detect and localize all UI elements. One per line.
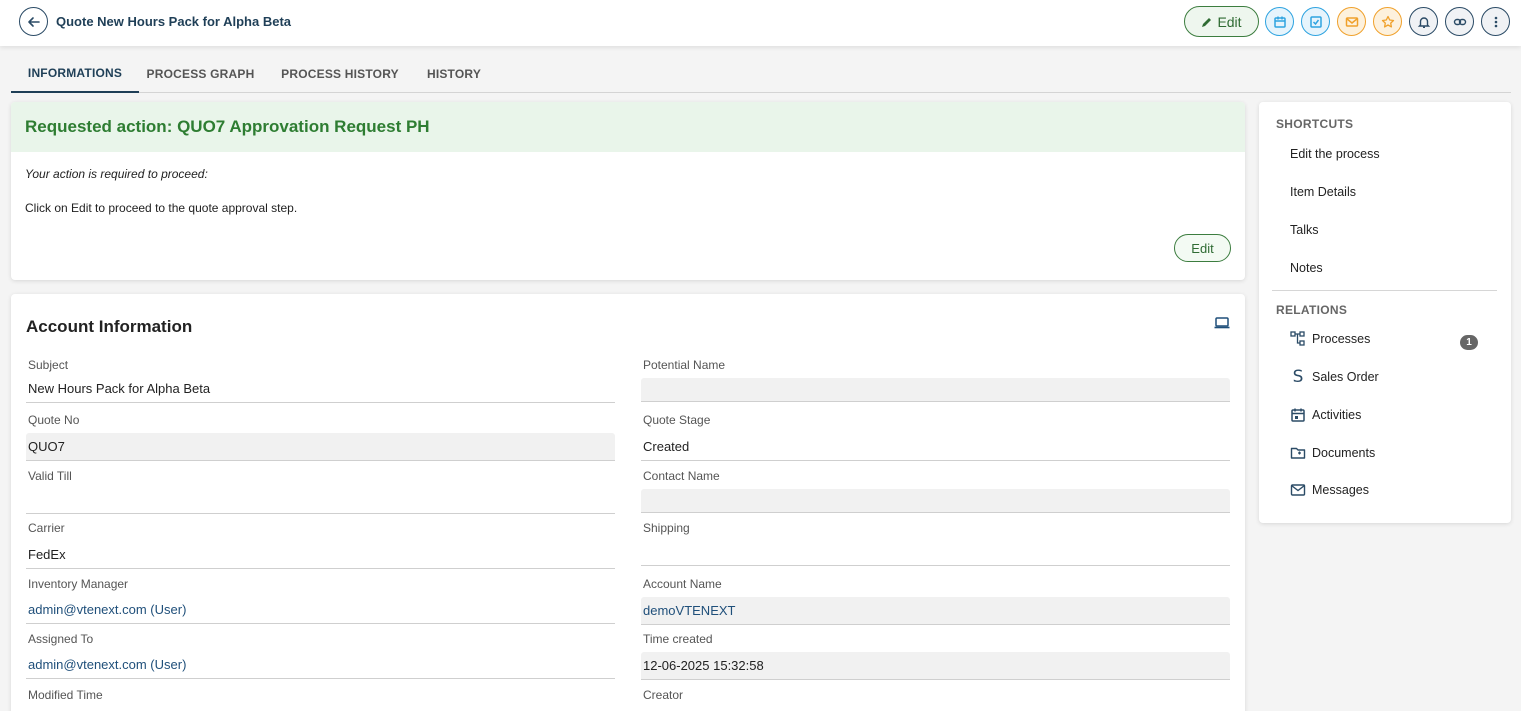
tab-process-graph[interactable]: PROCESS GRAPH <box>143 54 258 93</box>
shortcut-notes[interactable]: Notes <box>1290 261 1323 275</box>
sidebar-panel: SHORTCUTS Edit the process Item Details … <box>1259 102 1511 523</box>
requested-action-intro: Your action is required to proceed: <box>25 167 208 181</box>
add-task-button[interactable] <box>1301 7 1330 36</box>
processes-icon <box>1290 331 1306 347</box>
add-event-button[interactable] <box>1265 7 1294 36</box>
potential-name-label: Potential Name <box>643 358 726 372</box>
calendar-icon <box>1273 16 1286 28</box>
task-check-icon <box>1309 15 1322 28</box>
quote-stage-value[interactable]: Created <box>641 433 1230 461</box>
contact-name-value <box>641 489 1230 513</box>
tab-history[interactable]: HISTORY <box>420 54 488 93</box>
inventory-manager-value[interactable]: admin@vtenext.com (User) <box>26 596 615 624</box>
shortcut-edit-process[interactable]: Edit the process <box>1290 147 1380 161</box>
carrier-value[interactable]: FedEx <box>26 541 615 569</box>
tab-bar: INFORMATIONS PROCESS GRAPH PROCESS HISTO… <box>11 54 1511 93</box>
section-title: Account Information <box>26 317 193 336</box>
tab-process-history[interactable]: PROCESS HISTORY <box>274 54 406 93</box>
assigned-to-value[interactable]: admin@vtenext.com (User) <box>26 651 615 679</box>
folder-icon <box>1290 445 1306 461</box>
requested-action-card: Requested action: QUO7 Approvation Reque… <box>11 102 1245 280</box>
potential-name-value <box>641 378 1230 402</box>
bell-icon <box>1417 16 1430 28</box>
relation-documents[interactable]: Documents <box>1290 445 1375 461</box>
calendar-icon <box>1290 407 1306 423</box>
laptop-icon[interactable] <box>1214 316 1230 335</box>
subject-label: Subject <box>28 358 69 372</box>
shipping-value[interactable] <box>641 538 1230 566</box>
quote-stage-label: Quote Stage <box>643 413 711 427</box>
modified-time-label: Modified Time <box>28 688 103 702</box>
time-created-value: 12-06-2025 15:32:58 <box>641 652 1230 680</box>
creator-label: Creator <box>643 688 684 702</box>
valid-till-value[interactable] <box>26 486 615 514</box>
relation-processes-label: Processes <box>1312 332 1371 346</box>
sidebar-divider <box>1272 290 1497 291</box>
quote-no-value: QUO7 <box>26 433 615 461</box>
subject-value[interactable]: New Hours Pack for Alpha Beta <box>26 375 615 403</box>
contact-name-label: Contact Name <box>643 469 720 483</box>
star-icon <box>1381 15 1394 28</box>
relation-processes[interactable]: Processes <box>1290 331 1370 347</box>
shortcut-talks[interactable]: Talks <box>1290 223 1318 237</box>
favorite-button[interactable] <box>1373 7 1402 36</box>
account-name-value[interactable]: demoVTENEXT <box>641 597 1230 625</box>
relation-messages[interactable]: Messages <box>1290 482 1369 498</box>
relations-heading: RELATIONS <box>1276 303 1348 317</box>
relation-messages-label: Messages <box>1312 483 1369 497</box>
link-button[interactable] <box>1445 7 1474 36</box>
requested-action-header: Requested action: QUO7 Approvation Reque… <box>11 102 1245 152</box>
inventory-manager-label: Inventory Manager <box>28 577 129 591</box>
edit-button-label: Edit <box>1217 13 1242 30</box>
quote-no-label: Quote No <box>28 413 80 427</box>
more-vertical-icon <box>1494 16 1497 27</box>
link-icon <box>1453 18 1466 25</box>
tab-informations[interactable]: INFORMATIONS <box>11 54 139 93</box>
assigned-to-label: Assigned To <box>28 632 94 646</box>
mail-icon <box>1290 482 1306 498</box>
action-edit-button[interactable]: Edit <box>1174 234 1231 262</box>
valid-till-label: Valid Till <box>28 469 72 483</box>
more-options-button[interactable] <box>1481 7 1510 36</box>
account-information-card: Account Information Subject New Hours Pa… <box>11 294 1245 711</box>
sales-order-icon: S <box>1292 367 1304 387</box>
relation-sales-order-label: Sales Order <box>1312 370 1379 384</box>
page-title: Quote New Hours Pack for Alpha Beta <box>56 14 292 29</box>
mail-icon <box>1345 16 1358 27</box>
shortcuts-heading: SHORTCUTS <box>1276 117 1354 131</box>
edit-button[interactable]: Edit <box>1184 6 1259 37</box>
shipping-label: Shipping <box>643 521 690 535</box>
top-bar: Quote New Hours Pack for Alpha Beta Edit <box>0 0 1521 46</box>
notifications-button[interactable] <box>1409 7 1438 36</box>
account-name-label: Account Name <box>643 577 722 591</box>
requested-action-text: Click on Edit to proceed to the quote ap… <box>25 201 298 215</box>
requested-action-title: Requested action: QUO7 Approvation Reque… <box>25 117 430 136</box>
relation-sales-order[interactable]: S Sales Order <box>1290 367 1379 387</box>
pencil-icon <box>1202 17 1212 27</box>
relation-activities-label: Activities <box>1312 408 1362 422</box>
relation-documents-label: Documents <box>1312 446 1376 460</box>
relation-activities[interactable]: Activities <box>1290 407 1361 423</box>
shortcut-item-details[interactable]: Item Details <box>1290 185 1356 199</box>
arrow-left-icon <box>27 16 40 27</box>
time-created-label: Time created <box>643 632 713 646</box>
carrier-label: Carrier <box>28 521 65 535</box>
back-button[interactable] <box>19 7 48 36</box>
processes-count-badge: 1 <box>1460 335 1478 350</box>
send-email-button[interactable] <box>1337 7 1366 36</box>
